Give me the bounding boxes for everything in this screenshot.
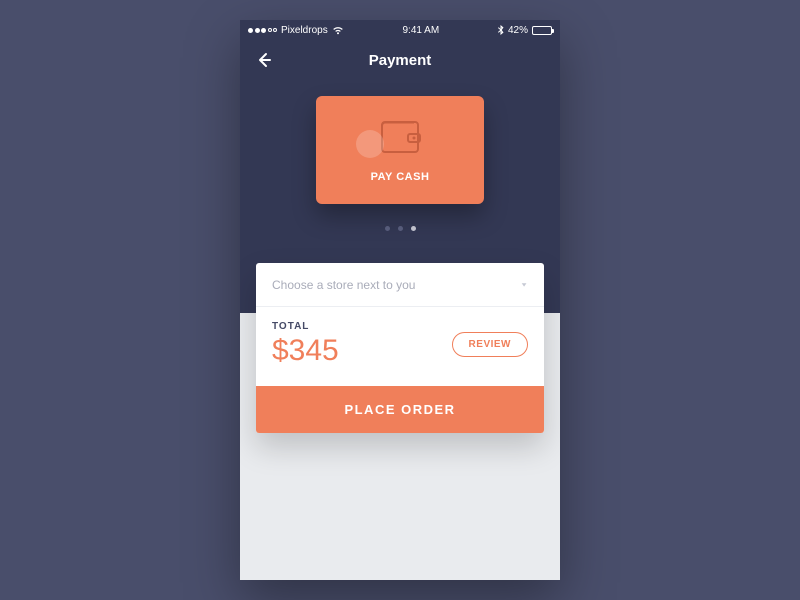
wallet-icon	[378, 118, 422, 161]
total-row: TOTAL $345 REVIEW	[256, 307, 544, 386]
page-title: Payment	[240, 52, 560, 69]
back-button[interactable]	[254, 50, 274, 70]
store-select[interactable]: Choose a store next to you ▼	[256, 263, 544, 307]
total-block: TOTAL $345	[272, 321, 339, 368]
pager-dot[interactable]	[385, 226, 390, 231]
signal-dots-icon	[248, 28, 277, 33]
place-order-button[interactable]: PLACE ORDER	[256, 386, 544, 433]
pager-dot-active[interactable]	[411, 226, 416, 231]
store-select-placeholder: Choose a store next to you	[272, 278, 415, 292]
pager-dot[interactable]	[398, 226, 403, 231]
pay-cash-card[interactable]: PAY CASH	[316, 96, 484, 204]
total-amount: $345	[272, 334, 339, 368]
bluetooth-icon	[498, 25, 504, 35]
order-sheet: Choose a store next to you ▼ TOTAL $345 …	[256, 263, 544, 433]
status-bar: Pixeldrops 9:41 AM 42%	[240, 20, 560, 40]
total-label: TOTAL	[272, 321, 339, 332]
clock: 9:41 AM	[402, 25, 439, 36]
pay-cash-label: PAY CASH	[371, 171, 430, 183]
nav-bar: Payment	[240, 40, 560, 80]
status-left: Pixeldrops	[248, 25, 344, 36]
phone-frame: Pixeldrops 9:41 AM 42% Payment	[240, 20, 560, 580]
battery-percent: 42%	[508, 25, 528, 36]
wifi-icon	[332, 26, 344, 35]
carrier-label: Pixeldrops	[281, 25, 328, 36]
carousel-pager	[240, 226, 560, 231]
chevron-down-icon: ▼	[520, 281, 528, 287]
arrow-left-icon	[254, 50, 274, 70]
battery-icon	[532, 26, 552, 35]
payment-card-carousel[interactable]: PAY CASH	[240, 96, 560, 204]
status-right: 42%	[498, 25, 552, 36]
touch-ripple	[356, 130, 384, 158]
review-button[interactable]: REVIEW	[452, 332, 528, 357]
